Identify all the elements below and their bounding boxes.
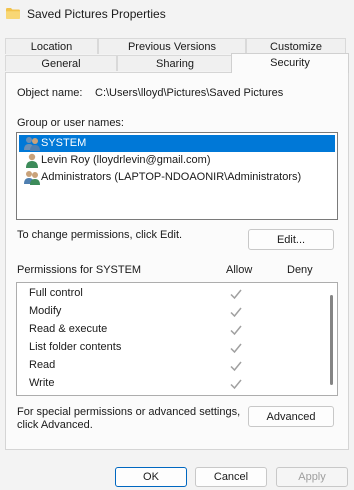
tab-security[interactable]: Security — [231, 53, 349, 73]
permission-row-list-folder-contents: List folder contents — [17, 339, 317, 357]
check-icon — [230, 289, 242, 300]
deny-header: Deny — [287, 264, 313, 276]
tab-label: Sharing — [156, 58, 194, 70]
user-group-icon — [24, 171, 40, 185]
permissions-list[interactable]: Full control Modify Read & execute List … — [16, 282, 338, 396]
permission-row-full-control: Full control — [17, 285, 317, 303]
special-permissions-text-line2: click Advanced. — [17, 419, 93, 431]
permission-row-write: Write — [17, 375, 317, 393]
tab-general[interactable]: General — [5, 55, 117, 71]
list-item-system[interactable]: SYSTEM — [19, 135, 335, 152]
user-name: Levin Roy (lloydrlevin@gmail.com) — [41, 154, 211, 166]
permission-row-read: Read — [17, 357, 317, 375]
permission-row-read-execute: Read & execute — [17, 321, 317, 339]
object-name-value: C:\Users\lloyd\Pictures\Saved Pictures — [95, 87, 284, 99]
user-group-icon — [24, 137, 40, 151]
title-bar: Saved Pictures Properties — [0, 0, 354, 28]
permission-name: Write — [29, 377, 55, 389]
special-permissions-text-line1: For special permissions or advanced sett… — [17, 406, 241, 418]
ok-button[interactable]: OK — [115, 467, 187, 487]
permission-name: Read — [29, 359, 56, 371]
scrollbar-thumb[interactable] — [330, 295, 333, 385]
permission-name: Read & execute — [29, 323, 108, 335]
cancel-button[interactable]: Cancel — [195, 467, 267, 487]
allow-header: Allow — [226, 264, 253, 276]
tab-label: Previous Versions — [127, 41, 217, 53]
list-item-levin-roy[interactable]: Levin Roy (lloydrlevin@gmail.com) — [19, 152, 335, 169]
tab-previous-versions[interactable]: Previous Versions — [98, 38, 246, 54]
apply-button[interactable]: Apply — [276, 467, 348, 487]
folder-icon — [6, 8, 20, 19]
list-item-administrators[interactable]: Administrators (LAPTOP-NDOAONIR\Administ… — [19, 169, 335, 186]
group-label: Group or user names: — [17, 117, 124, 129]
object-name-label: Object name: — [17, 87, 83, 99]
user-listbox[interactable]: SYSTEM Levin Roy (lloydrlevin@gmail.com)… — [16, 132, 338, 220]
tab-label: General — [41, 58, 81, 70]
permission-name: Modify — [29, 305, 62, 317]
check-icon — [230, 343, 242, 354]
permission-row-modify: Modify — [17, 303, 317, 321]
permission-name: Full control — [29, 287, 83, 299]
check-icon — [230, 325, 242, 336]
user-name: SYSTEM — [41, 137, 87, 149]
permissions-for-label: Permissions for SYSTEM — [17, 264, 142, 276]
tab-location[interactable]: Location — [5, 38, 98, 54]
user-icon — [26, 153, 38, 168]
tab-customize[interactable]: Customize — [246, 38, 346, 54]
tab-label: Security — [270, 57, 310, 69]
tab-label: Customize — [270, 41, 322, 53]
user-name: Administrators (LAPTOP-NDOAONIR\Administ… — [41, 171, 302, 183]
tab-label: Location — [30, 41, 73, 53]
permission-name: List folder contents — [29, 341, 122, 353]
advanced-button[interactable]: Advanced — [248, 406, 334, 427]
tab-sharing[interactable]: Sharing — [117, 55, 233, 71]
permissions-scrollbar[interactable] — [325, 283, 337, 395]
change-permissions-text: To change permissions, click Edit. — [17, 229, 183, 241]
check-icon — [230, 379, 242, 390]
check-icon — [230, 307, 242, 318]
window-title: Saved Pictures Properties — [27, 7, 166, 21]
edit-button[interactable]: Edit... — [248, 229, 334, 250]
check-icon — [230, 361, 242, 372]
